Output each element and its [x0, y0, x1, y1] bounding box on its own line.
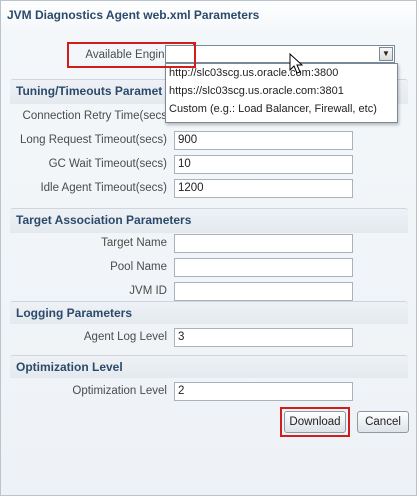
target-section-title: Target Association Parameters	[16, 213, 192, 227]
optimization-level-field[interactable]: 2	[174, 382, 353, 401]
dialog-title: JVM Diagnostics Agent web.xml Parameters	[7, 8, 260, 22]
optimization-section-title: Optimization Level	[16, 360, 123, 374]
pool-name-label: Pool Name	[110, 261, 167, 273]
jvm-id-label: JVM ID	[129, 285, 167, 297]
pool-name-field[interactable]	[174, 258, 353, 277]
gc-wait-label: GC Wait Timeout(secs)	[48, 158, 167, 170]
download-button[interactable]: Download	[284, 411, 346, 433]
parameters-dialog: JVM Diagnostics Agent web.xml Parameters…	[0, 0, 417, 496]
optimization-section-header: Optimization Level	[10, 355, 408, 378]
engines-dropdown-list: http://slc03scg.us.oracle.com:3800 https…	[165, 63, 398, 123]
engine-option-3[interactable]: Custom (e.g.: Load Balancer, Firewall, e…	[169, 103, 377, 115]
idle-agent-label: Idle Agent Timeout(secs)	[40, 182, 167, 194]
jvm-id-field[interactable]	[174, 282, 353, 301]
chevron-down-icon[interactable]: ▼	[379, 47, 393, 61]
gc-wait-field[interactable]: 10	[174, 155, 353, 174]
logging-section-header: Logging Parameters	[10, 301, 408, 324]
long-request-field[interactable]: 900	[174, 131, 353, 150]
target-section-header: Target Association Parameters	[10, 208, 408, 233]
available-engines-select[interactable]: ▼	[165, 45, 395, 63]
cancel-button[interactable]: Cancel	[357, 411, 409, 433]
optimization-level-label: Optimization Level	[72, 385, 167, 397]
connection-retry-label: Connection Retry Time(secs	[22, 110, 167, 122]
long-request-label: Long Request Timeout(secs)	[19, 134, 167, 146]
mouse-pointer-icon	[289, 53, 304, 74]
tuning-section-title: Tuning/Timeouts Paramet	[16, 84, 163, 98]
engine-option-1[interactable]: http://slc03scg.us.oracle.com:3800	[169, 67, 338, 79]
agent-log-level-field[interactable]: 3	[174, 328, 353, 347]
target-name-field[interactable]	[174, 234, 353, 253]
engine-option-2[interactable]: https://slc03scg.us.oracle.com:3801	[169, 85, 344, 97]
target-name-label: Target Name	[101, 237, 167, 249]
agent-log-level-label: Agent Log Level	[83, 331, 167, 343]
highlight-box-engines	[165, 42, 196, 68]
logging-section-title: Logging Parameters	[16, 306, 133, 320]
idle-agent-field[interactable]: 1200	[174, 179, 353, 198]
